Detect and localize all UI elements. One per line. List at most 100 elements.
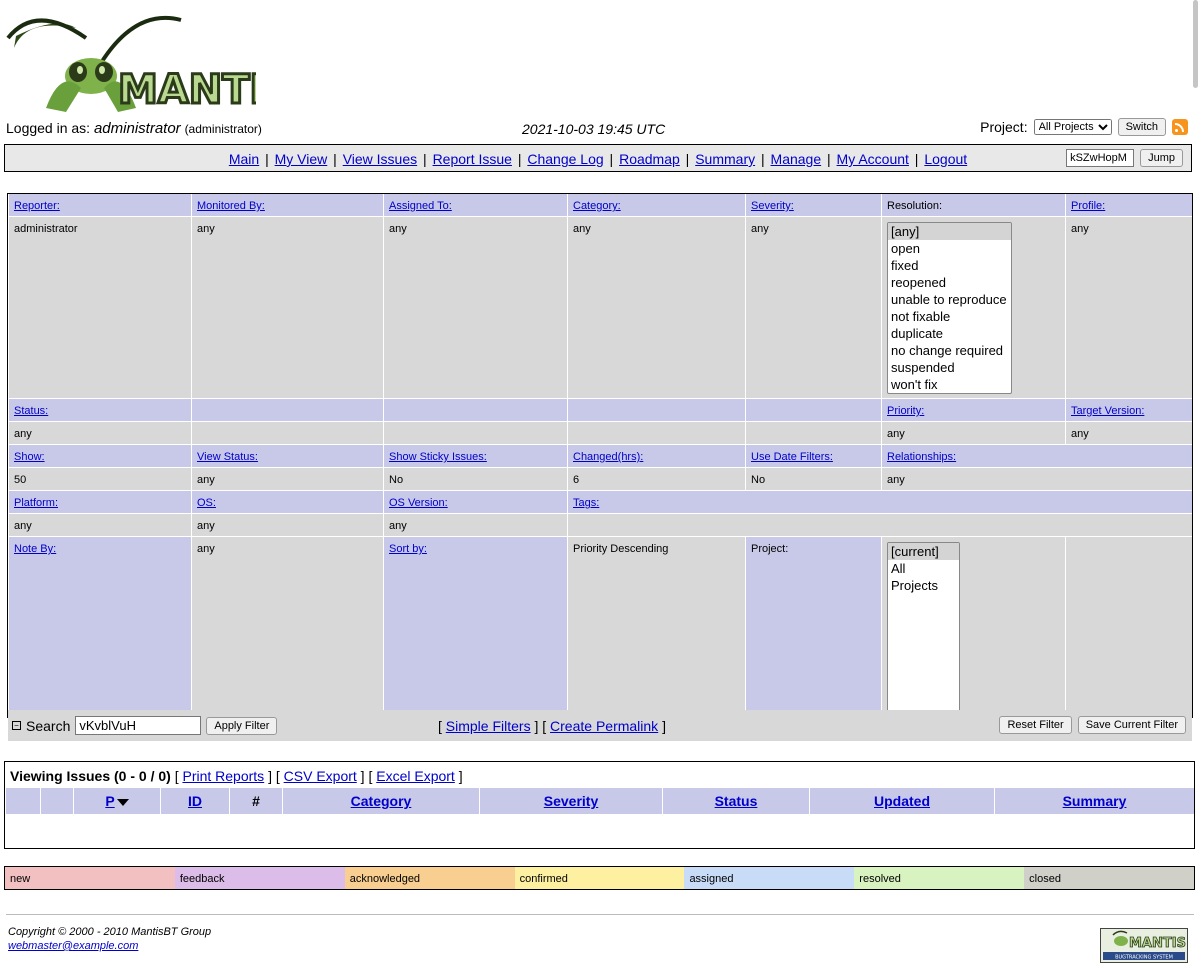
filter-header-cell: Category:	[567, 194, 745, 217]
menu-roadmap[interactable]: Roadmap	[619, 151, 680, 167]
legend-confirmed: confirmed	[514, 867, 685, 889]
excel-export-link[interactable]: Excel Export	[376, 768, 455, 784]
filter-header-cell	[383, 399, 567, 422]
project-option[interactable]: [current]	[888, 543, 959, 560]
filter-header-cell: Relationships:	[881, 445, 1192, 468]
severity-column-header: Severity	[479, 788, 663, 814]
menu-view-issues[interactable]: View Issues	[343, 151, 417, 167]
issues-title: Viewing Issues (0 - 0 / 0)	[10, 768, 171, 784]
webmaster-email-link[interactable]: webmaster@example.com	[8, 940, 138, 952]
search-input[interactable]	[75, 716, 202, 735]
filter-header-cell	[191, 399, 383, 422]
filter-header-cell: Changed(hrs):	[567, 445, 745, 468]
relationships-filter-link[interactable]: Relationships:	[887, 451, 956, 463]
menu-my-account[interactable]: My Account	[837, 151, 909, 167]
os-version-filter-link[interactable]: OS Version:	[389, 497, 448, 509]
tags-filter-link[interactable]: Tags:	[573, 497, 599, 509]
apply-filter-button[interactable]: Apply Filter	[206, 716, 278, 735]
resolution-option[interactable]: [any]	[888, 223, 1011, 240]
assigned-to-value: any	[383, 217, 567, 399]
resolution-option[interactable]: reopened	[888, 274, 1011, 291]
priority-filter-link[interactable]: Priority:	[887, 405, 924, 417]
filter-value-cell	[191, 422, 383, 445]
category-filter-link[interactable]: Category:	[573, 200, 621, 212]
create-permalink-link[interactable]: Create Permalink	[550, 718, 658, 734]
updated-sort-link[interactable]: Updated	[874, 793, 930, 809]
changed-hrs-filter-link[interactable]: Changed(hrs):	[573, 451, 643, 463]
monitored-by-value: any	[191, 217, 383, 399]
menu-manage[interactable]: Manage	[771, 151, 822, 167]
resolution-option[interactable]: unable to reproduce	[888, 291, 1011, 308]
simple-filters-link[interactable]: Simple Filters	[446, 718, 531, 734]
resolution-option[interactable]: won't fix	[888, 376, 1011, 393]
filter-header-cell: Assigned To:	[383, 194, 567, 217]
assigned-to-filter-link[interactable]: Assigned To:	[389, 200, 452, 212]
status-sort-link[interactable]: Status	[715, 793, 758, 809]
switch-button[interactable]: Switch	[1117, 118, 1166, 136]
reset-filter-button[interactable]: Reset Filter	[999, 716, 1072, 734]
menu-main[interactable]: Main	[229, 151, 259, 167]
save-filter-button[interactable]: Save Current Filter	[1077, 716, 1186, 734]
legend-assigned: assigned	[684, 867, 855, 889]
date-filters-link[interactable]: Use Date Filters:	[751, 451, 833, 463]
category-sort-link[interactable]: Category	[351, 793, 412, 809]
menu-change-log[interactable]: Change Log	[527, 151, 603, 167]
profile-filter-link[interactable]: Profile:	[1071, 200, 1105, 212]
menu-logout[interactable]: Logout	[924, 151, 967, 167]
project-filter-cell: [current] All Projects	[881, 537, 1065, 717]
view-status-filter-link[interactable]: View Status:	[197, 451, 258, 463]
filter-header-cell: Monitored By:	[191, 194, 383, 217]
collapse-icon[interactable]: −	[12, 721, 21, 730]
sort-by-filter-link[interactable]: Sort by:	[389, 543, 427, 555]
menu-my-view[interactable]: My View	[275, 151, 328, 167]
jump-button[interactable]: Jump	[1140, 149, 1183, 167]
vertical-scrollbar[interactable]	[1193, 0, 1198, 88]
csv-export-link[interactable]: CSV Export	[284, 768, 357, 784]
main-menu: Main | My View | View Issues | Report Is…	[4, 144, 1192, 172]
jump-input[interactable]	[1066, 149, 1135, 167]
filter-header-row: Reporter: Monitored By: Assigned To: Cat…	[8, 194, 1192, 217]
resolution-option[interactable]: suspended	[888, 359, 1011, 376]
reporter-filter-link[interactable]: Reporter:	[14, 200, 60, 212]
filter-actions: Reset Filter Save Current Filter	[999, 716, 1186, 734]
project-listbox[interactable]: [current] All Projects	[887, 542, 960, 712]
project-option[interactable]: All Projects	[888, 560, 959, 593]
resolution-option[interactable]: duplicate	[888, 325, 1011, 342]
issues-panel: Viewing Issues (0 - 0 / 0) [ Print Repor…	[4, 761, 1195, 849]
print-reports-link[interactable]: Print Reports	[182, 768, 264, 784]
issues-table: P ID # Category Severity Status Updated …	[5, 788, 1194, 814]
server-datetime: 2021-10-03 19:45 UTC	[522, 121, 666, 137]
note-by-value: any	[191, 537, 383, 717]
id-sort-link[interactable]: ID	[188, 793, 202, 809]
menu-report-issue[interactable]: Report Issue	[433, 151, 512, 167]
summary-sort-link[interactable]: Summary	[1063, 793, 1127, 809]
resolution-listbox[interactable]: [any] open fixed reopened unable to repr…	[887, 222, 1012, 394]
resolution-option[interactable]: open	[888, 240, 1011, 257]
legend-new: new	[5, 867, 175, 889]
os-filter-link[interactable]: OS:	[197, 497, 216, 509]
target-version-filter-link[interactable]: Target Version:	[1071, 405, 1144, 417]
severity-sort-link[interactable]: Severity	[544, 793, 598, 809]
resolution-option[interactable]: fixed	[888, 257, 1011, 274]
project-select[interactable]: All Projects	[1033, 119, 1112, 135]
status-filter-link[interactable]: Status:	[14, 405, 48, 417]
filter-header-cell: Show:	[8, 445, 191, 468]
monitored-by-filter-link[interactable]: Monitored By:	[197, 200, 265, 212]
filter-value-cell	[383, 422, 567, 445]
resolution-option[interactable]: no change required	[888, 342, 1011, 359]
priority-sort-link[interactable]: P	[105, 793, 114, 809]
resolution-option[interactable]: not fixable	[888, 308, 1011, 325]
os-value: any	[191, 514, 383, 537]
legend-label: confirmed	[519, 873, 568, 885]
sticky-filter-link[interactable]: Show Sticky Issues:	[389, 451, 487, 463]
view-status-value: any	[191, 468, 383, 491]
platform-filter-link[interactable]: Platform:	[14, 497, 58, 509]
category-value: any	[567, 217, 745, 399]
show-filter-link[interactable]: Show:	[14, 451, 45, 463]
note-by-filter-link[interactable]: Note By:	[14, 543, 56, 555]
rss-icon[interactable]	[1172, 119, 1188, 135]
powered-by-mantis-logo[interactable]: MANTIS BUGTRACKING SYSTEM	[1100, 928, 1188, 963]
severity-filter-link[interactable]: Severity:	[751, 200, 794, 212]
menu-summary[interactable]: Summary	[695, 151, 755, 167]
filter-value-cell	[1065, 537, 1192, 717]
